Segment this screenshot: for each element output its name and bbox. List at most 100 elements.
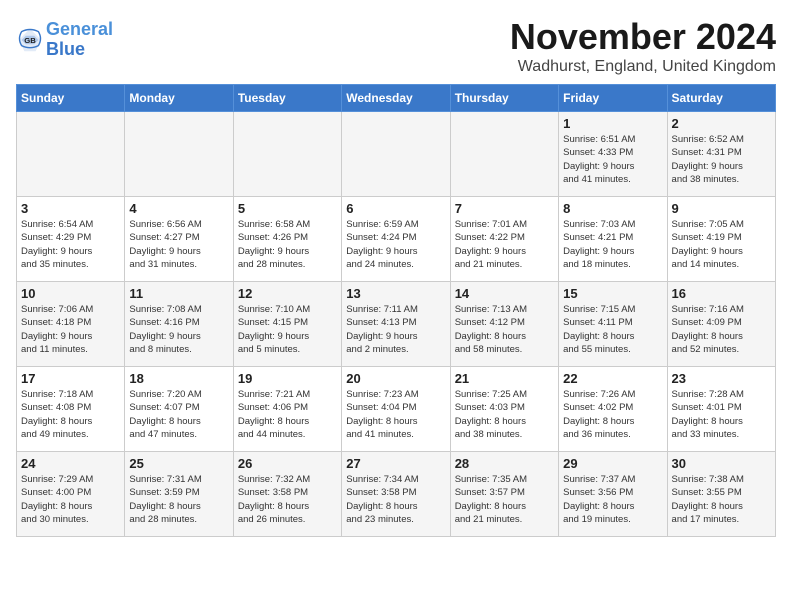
day-info: Sunrise: 6:52 AM Sunset: 4:31 PM Dayligh… <box>672 133 771 186</box>
calendar-cell: 9 Sunrise: 7:05 AM Sunset: 4:19 PM Daylig… <box>667 197 775 282</box>
day-info: Sunrise: 7:16 AM Sunset: 4:09 PM Dayligh… <box>672 303 771 356</box>
day-info: Sunrise: 7:28 AM Sunset: 4:01 PM Dayligh… <box>672 388 771 441</box>
day-info: Sunrise: 7:34 AM Sunset: 3:58 PM Dayligh… <box>346 473 445 526</box>
header-day-sunday: Sunday <box>17 85 125 112</box>
calendar-cell: 12 Sunrise: 7:10 AM Sunset: 4:15 PM Dayli… <box>233 282 341 367</box>
calendar-cell: 2 Sunrise: 6:52 AM Sunset: 4:31 PM Daylig… <box>667 112 775 197</box>
header-section: GB General Blue November 2024 Wadhurst, … <box>16 16 776 76</box>
day-number: 20 <box>346 371 445 386</box>
day-number: 6 <box>346 201 445 216</box>
title-block: November 2024 Wadhurst, England, United … <box>510 16 776 76</box>
header-day-saturday: Saturday <box>667 85 775 112</box>
day-info: Sunrise: 7:29 AM Sunset: 4:00 PM Dayligh… <box>21 473 120 526</box>
calendar-cell: 4Sunrise: 6:56 AM Sunset: 4:27 PM Daylig… <box>125 197 233 282</box>
calendar-cell <box>17 112 125 197</box>
calendar-cell: 16 Sunrise: 7:16 AM Sunset: 4:09 PM Dayli… <box>667 282 775 367</box>
calendar-cell <box>125 112 233 197</box>
logo-general: General <box>46 19 113 39</box>
logo-text: General Blue <box>46 20 113 60</box>
calendar-cell <box>233 112 341 197</box>
calendar-cell: 3 Sunrise: 6:54 AM Sunset: 4:29 PM Daylig… <box>17 197 125 282</box>
day-number: 13 <box>346 286 445 301</box>
svg-text:GB: GB <box>24 36 36 45</box>
day-info: Sunrise: 7:18 AM Sunset: 4:08 PM Dayligh… <box>21 388 120 441</box>
calendar-cell: 28 Sunrise: 7:35 AM Sunset: 3:57 PM Dayli… <box>450 452 558 537</box>
day-info: Sunrise: 7:03 AM Sunset: 4:21 PM Dayligh… <box>563 218 662 271</box>
header-day-friday: Friday <box>559 85 667 112</box>
day-info: Sunrise: 7:10 AM Sunset: 4:15 PM Dayligh… <box>238 303 337 356</box>
day-info: Sunrise: 7:35 AM Sunset: 3:57 PM Dayligh… <box>455 473 554 526</box>
day-number: 8 <box>563 201 662 216</box>
week-row-2: 3 Sunrise: 6:54 AM Sunset: 4:29 PM Daylig… <box>17 197 776 282</box>
day-number: 1 <box>563 116 662 131</box>
day-number: 11 <box>129 286 228 301</box>
day-number: 3 <box>21 201 120 216</box>
day-number: 15 <box>563 286 662 301</box>
header-day-thursday: Thursday <box>450 85 558 112</box>
calendar-cell: 13Sunrise: 7:11 AM Sunset: 4:13 PM Dayli… <box>342 282 450 367</box>
calendar-cell: 24 Sunrise: 7:29 AM Sunset: 4:00 PM Dayli… <box>17 452 125 537</box>
day-number: 28 <box>455 456 554 471</box>
calendar-cell <box>450 112 558 197</box>
calendar-cell: 18 Sunrise: 7:20 AM Sunset: 4:07 PM Dayli… <box>125 367 233 452</box>
logo-blue: Blue <box>46 39 85 59</box>
day-info: Sunrise: 7:15 AM Sunset: 4:11 PM Dayligh… <box>563 303 662 356</box>
calendar-cell: 15 Sunrise: 7:15 AM Sunset: 4:11 PM Dayli… <box>559 282 667 367</box>
logo: GB General Blue <box>16 20 113 60</box>
calendar-cell: 26Sunrise: 7:32 AM Sunset: 3:58 PM Dayli… <box>233 452 341 537</box>
calendar-table: SundayMondayTuesdayWednesdayThursdayFrid… <box>16 84 776 537</box>
day-number: 25 <box>129 456 228 471</box>
day-number: 12 <box>238 286 337 301</box>
day-number: 2 <box>672 116 771 131</box>
calendar-cell: 25 Sunrise: 7:31 AM Sunset: 3:59 PM Dayli… <box>125 452 233 537</box>
day-info: Sunrise: 6:54 AM Sunset: 4:29 PM Dayligh… <box>21 218 120 271</box>
header-day-monday: Monday <box>125 85 233 112</box>
logo-icon: GB <box>16 26 44 54</box>
calendar-cell: 1Sunrise: 6:51 AM Sunset: 4:33 PM Daylig… <box>559 112 667 197</box>
calendar-cell: 5Sunrise: 6:58 AM Sunset: 4:26 PM Daylig… <box>233 197 341 282</box>
day-info: Sunrise: 7:25 AM Sunset: 4:03 PM Dayligh… <box>455 388 554 441</box>
day-number: 21 <box>455 371 554 386</box>
week-row-3: 10 Sunrise: 7:06 AM Sunset: 4:18 PM Dayli… <box>17 282 776 367</box>
header-day-tuesday: Tuesday <box>233 85 341 112</box>
calendar-cell: 30Sunrise: 7:38 AM Sunset: 3:55 PM Dayli… <box>667 452 775 537</box>
day-number: 7 <box>455 201 554 216</box>
day-info: Sunrise: 7:21 AM Sunset: 4:06 PM Dayligh… <box>238 388 337 441</box>
day-number: 16 <box>672 286 771 301</box>
header-day-wednesday: Wednesday <box>342 85 450 112</box>
day-info: Sunrise: 7:13 AM Sunset: 4:12 PM Dayligh… <box>455 303 554 356</box>
header-row: SundayMondayTuesdayWednesdayThursdayFrid… <box>17 85 776 112</box>
day-info: Sunrise: 7:20 AM Sunset: 4:07 PM Dayligh… <box>129 388 228 441</box>
day-number: 29 <box>563 456 662 471</box>
calendar-cell: 7 Sunrise: 7:01 AM Sunset: 4:22 PM Daylig… <box>450 197 558 282</box>
day-info: Sunrise: 6:58 AM Sunset: 4:26 PM Dayligh… <box>238 218 337 271</box>
day-number: 22 <box>563 371 662 386</box>
calendar-cell: 14Sunrise: 7:13 AM Sunset: 4:12 PM Dayli… <box>450 282 558 367</box>
day-info: Sunrise: 7:06 AM Sunset: 4:18 PM Dayligh… <box>21 303 120 356</box>
day-number: 9 <box>672 201 771 216</box>
day-number: 24 <box>21 456 120 471</box>
day-info: Sunrise: 7:26 AM Sunset: 4:02 PM Dayligh… <box>563 388 662 441</box>
day-number: 27 <box>346 456 445 471</box>
day-number: 18 <box>129 371 228 386</box>
day-info: Sunrise: 7:23 AM Sunset: 4:04 PM Dayligh… <box>346 388 445 441</box>
calendar-cell: 6 Sunrise: 6:59 AM Sunset: 4:24 PM Daylig… <box>342 197 450 282</box>
day-info: Sunrise: 7:37 AM Sunset: 3:56 PM Dayligh… <box>563 473 662 526</box>
calendar-cell: 21 Sunrise: 7:25 AM Sunset: 4:03 PM Dayli… <box>450 367 558 452</box>
day-number: 10 <box>21 286 120 301</box>
main-title: November 2024 <box>510 16 776 58</box>
day-info: Sunrise: 6:59 AM Sunset: 4:24 PM Dayligh… <box>346 218 445 271</box>
calendar-cell: 10 Sunrise: 7:06 AM Sunset: 4:18 PM Dayli… <box>17 282 125 367</box>
day-info: Sunrise: 7:01 AM Sunset: 4:22 PM Dayligh… <box>455 218 554 271</box>
subtitle: Wadhurst, England, United Kingdom <box>510 58 776 76</box>
calendar-cell: 20 Sunrise: 7:23 AM Sunset: 4:04 PM Dayli… <box>342 367 450 452</box>
day-number: 17 <box>21 371 120 386</box>
calendar-cell <box>342 112 450 197</box>
day-number: 19 <box>238 371 337 386</box>
calendar-cell: 29 Sunrise: 7:37 AM Sunset: 3:56 PM Dayli… <box>559 452 667 537</box>
calendar-cell: 17 Sunrise: 7:18 AM Sunset: 4:08 PM Dayli… <box>17 367 125 452</box>
week-row-5: 24 Sunrise: 7:29 AM Sunset: 4:00 PM Dayli… <box>17 452 776 537</box>
day-info: Sunrise: 7:08 AM Sunset: 4:16 PM Dayligh… <box>129 303 228 356</box>
day-info: Sunrise: 7:31 AM Sunset: 3:59 PM Dayligh… <box>129 473 228 526</box>
day-info: Sunrise: 7:05 AM Sunset: 4:19 PM Dayligh… <box>672 218 771 271</box>
